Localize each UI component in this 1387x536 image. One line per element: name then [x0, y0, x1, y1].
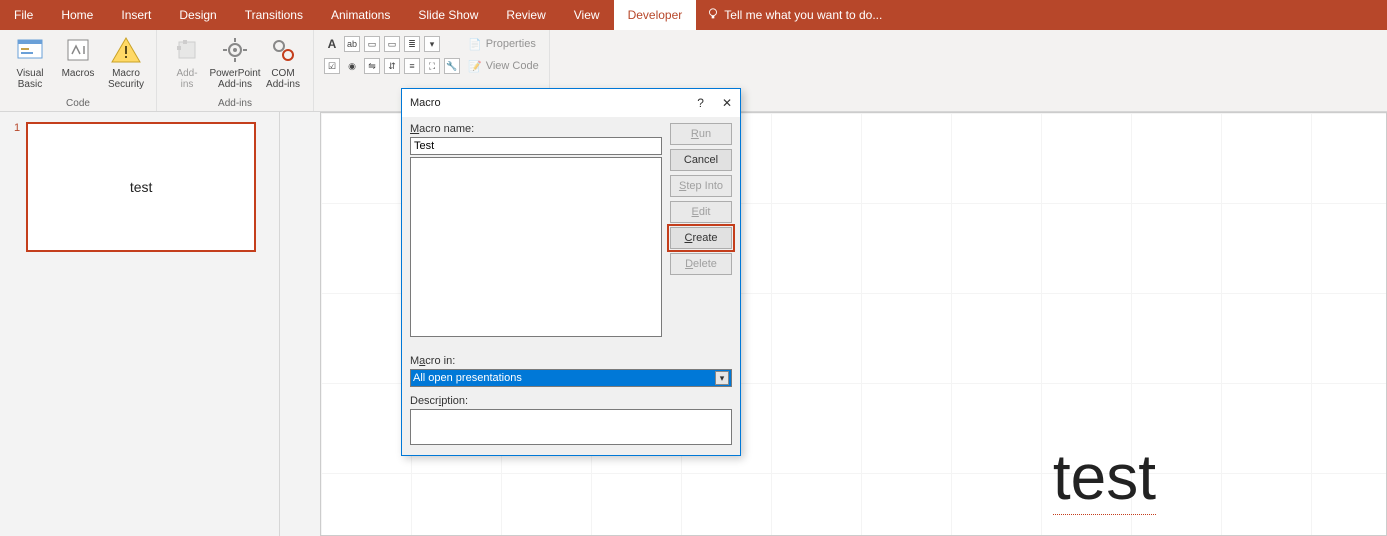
option-control-icon[interactable]: ◉ — [344, 58, 360, 74]
lightbulb-icon — [706, 7, 720, 24]
chevron-down-icon[interactable]: ▾ — [715, 371, 729, 385]
label-control-icon[interactable]: A — [324, 36, 340, 52]
group-code: Visual Basic Macros Macro Security Code — [0, 30, 157, 111]
macro-security-label: Macro Security — [108, 68, 144, 90]
description-box[interactable] — [410, 409, 732, 445]
cancel-button[interactable]: Cancel — [670, 149, 732, 171]
tab-insert[interactable]: Insert — [107, 0, 165, 30]
macro-dialog: Macro ? ✕ Macro name: Run Cancel Step In… — [401, 88, 741, 456]
combobox-control-icon[interactable]: ▾ — [424, 36, 440, 52]
edit-button[interactable]: Edit — [670, 201, 732, 223]
macro-name-label: Macro name: — [410, 123, 662, 135]
tell-me-label: Tell me what you want to do... — [724, 8, 882, 22]
dialog-titlebar[interactable]: Macro ? ✕ — [402, 89, 740, 117]
gear-cog-icon — [267, 34, 299, 66]
com-addins-button[interactable]: COM Add-ins — [259, 32, 307, 90]
visual-basic-label: Visual Basic — [16, 68, 43, 90]
button-control-icon[interactable]: ▭ — [384, 36, 400, 52]
tab-developer[interactable]: Developer — [614, 0, 697, 30]
thumbnail-text: test — [130, 179, 153, 195]
step-into-button[interactable]: Step Into — [670, 175, 732, 197]
controls-gallery: A ab ▭ ▭ ≣ ▾ ☑ ◉ ⇋ ⇵ ≡ ⛶ 🔧 — [320, 32, 464, 78]
thumbnail-panel: 1 test — [0, 112, 280, 536]
com-addins-label: COM Add-ins — [266, 68, 300, 90]
groupbox-control-icon[interactable]: ▭ — [364, 36, 380, 52]
group-addins-label: Add-ins — [218, 98, 252, 111]
image-control-icon[interactable]: ⛶ — [424, 58, 440, 74]
gear-icon — [219, 34, 251, 66]
group-addins: Add- ins PowerPoint Add-ins COM Add-ins … — [157, 30, 314, 111]
macro-list[interactable] — [410, 157, 662, 337]
view-code-icon: 📝 — [468, 60, 482, 73]
properties-button[interactable]: 📄 Properties — [468, 36, 539, 52]
view-code-label: View Code — [486, 60, 539, 72]
macros-icon — [62, 34, 94, 66]
tab-design[interactable]: Design — [165, 0, 230, 30]
create-button[interactable]: Create — [670, 227, 732, 249]
close-icon[interactable]: ✕ — [722, 96, 732, 110]
run-button[interactable]: Run — [670, 123, 732, 145]
visual-basic-button[interactable]: Visual Basic — [6, 32, 54, 90]
tab-home[interactable]: Home — [47, 0, 107, 30]
delete-button[interactable]: Delete — [670, 253, 732, 275]
view-code-button[interactable]: 📝 View Code — [468, 58, 539, 74]
tab-review[interactable]: Review — [492, 0, 559, 30]
addins-button[interactable]: Add- ins — [163, 32, 211, 90]
ribbon-tabs: File Home Insert Design Transitions Anim… — [0, 0, 1387, 30]
tell-me-search[interactable]: Tell me what you want to do... — [696, 0, 892, 30]
macro-security-button[interactable]: Macro Security — [102, 32, 150, 90]
macro-in-label: Macro in: — [410, 355, 732, 367]
slide-number: 1 — [14, 122, 20, 252]
more-controls-icon[interactable]: 🔧 — [444, 58, 460, 74]
textbox-control-icon[interactable]: ab — [344, 36, 360, 52]
properties-icon: 📄 — [468, 38, 482, 51]
powerpoint-addins-button[interactable]: PowerPoint Add-ins — [211, 32, 259, 90]
macros-button[interactable]: Macros — [54, 32, 102, 79]
warning-icon — [110, 34, 142, 66]
properties-label: Properties — [486, 38, 536, 50]
macro-name-input[interactable] — [410, 137, 662, 155]
tab-slideshow[interactable]: Slide Show — [404, 0, 492, 30]
tab-view[interactable]: View — [560, 0, 614, 30]
tab-file[interactable]: File — [0, 0, 47, 30]
slide-thumbnail[interactable]: test — [26, 122, 256, 252]
listbox-control-icon[interactable]: ≣ — [404, 36, 420, 52]
toggle-control-icon[interactable]: ⇋ — [364, 58, 380, 74]
checkbox-control-icon[interactable]: ☑ — [324, 58, 340, 74]
dialog-title-text: Macro — [410, 97, 441, 109]
dialog-help-button[interactable]: ? — [697, 96, 704, 110]
macro-in-select[interactable]: All open presentations ▾ — [410, 369, 732, 387]
description-label: Description: — [410, 395, 732, 407]
scrollbar-control-icon[interactable]: ≡ — [404, 58, 420, 74]
group-code-label: Code — [66, 98, 90, 111]
spin-control-icon[interactable]: ⇵ — [384, 58, 400, 74]
tab-animations[interactable]: Animations — [317, 0, 404, 30]
pp-addins-label: PowerPoint Add-ins — [209, 68, 260, 90]
addins-label: Add- ins — [176, 68, 197, 90]
macros-label: Macros — [62, 68, 95, 79]
tab-transitions[interactable]: Transitions — [231, 0, 317, 30]
slide-text-box[interactable]: test — [1053, 440, 1156, 515]
macro-in-value: All open presentations — [413, 372, 522, 384]
addins-icon — [171, 34, 203, 66]
visual-basic-icon — [14, 34, 46, 66]
